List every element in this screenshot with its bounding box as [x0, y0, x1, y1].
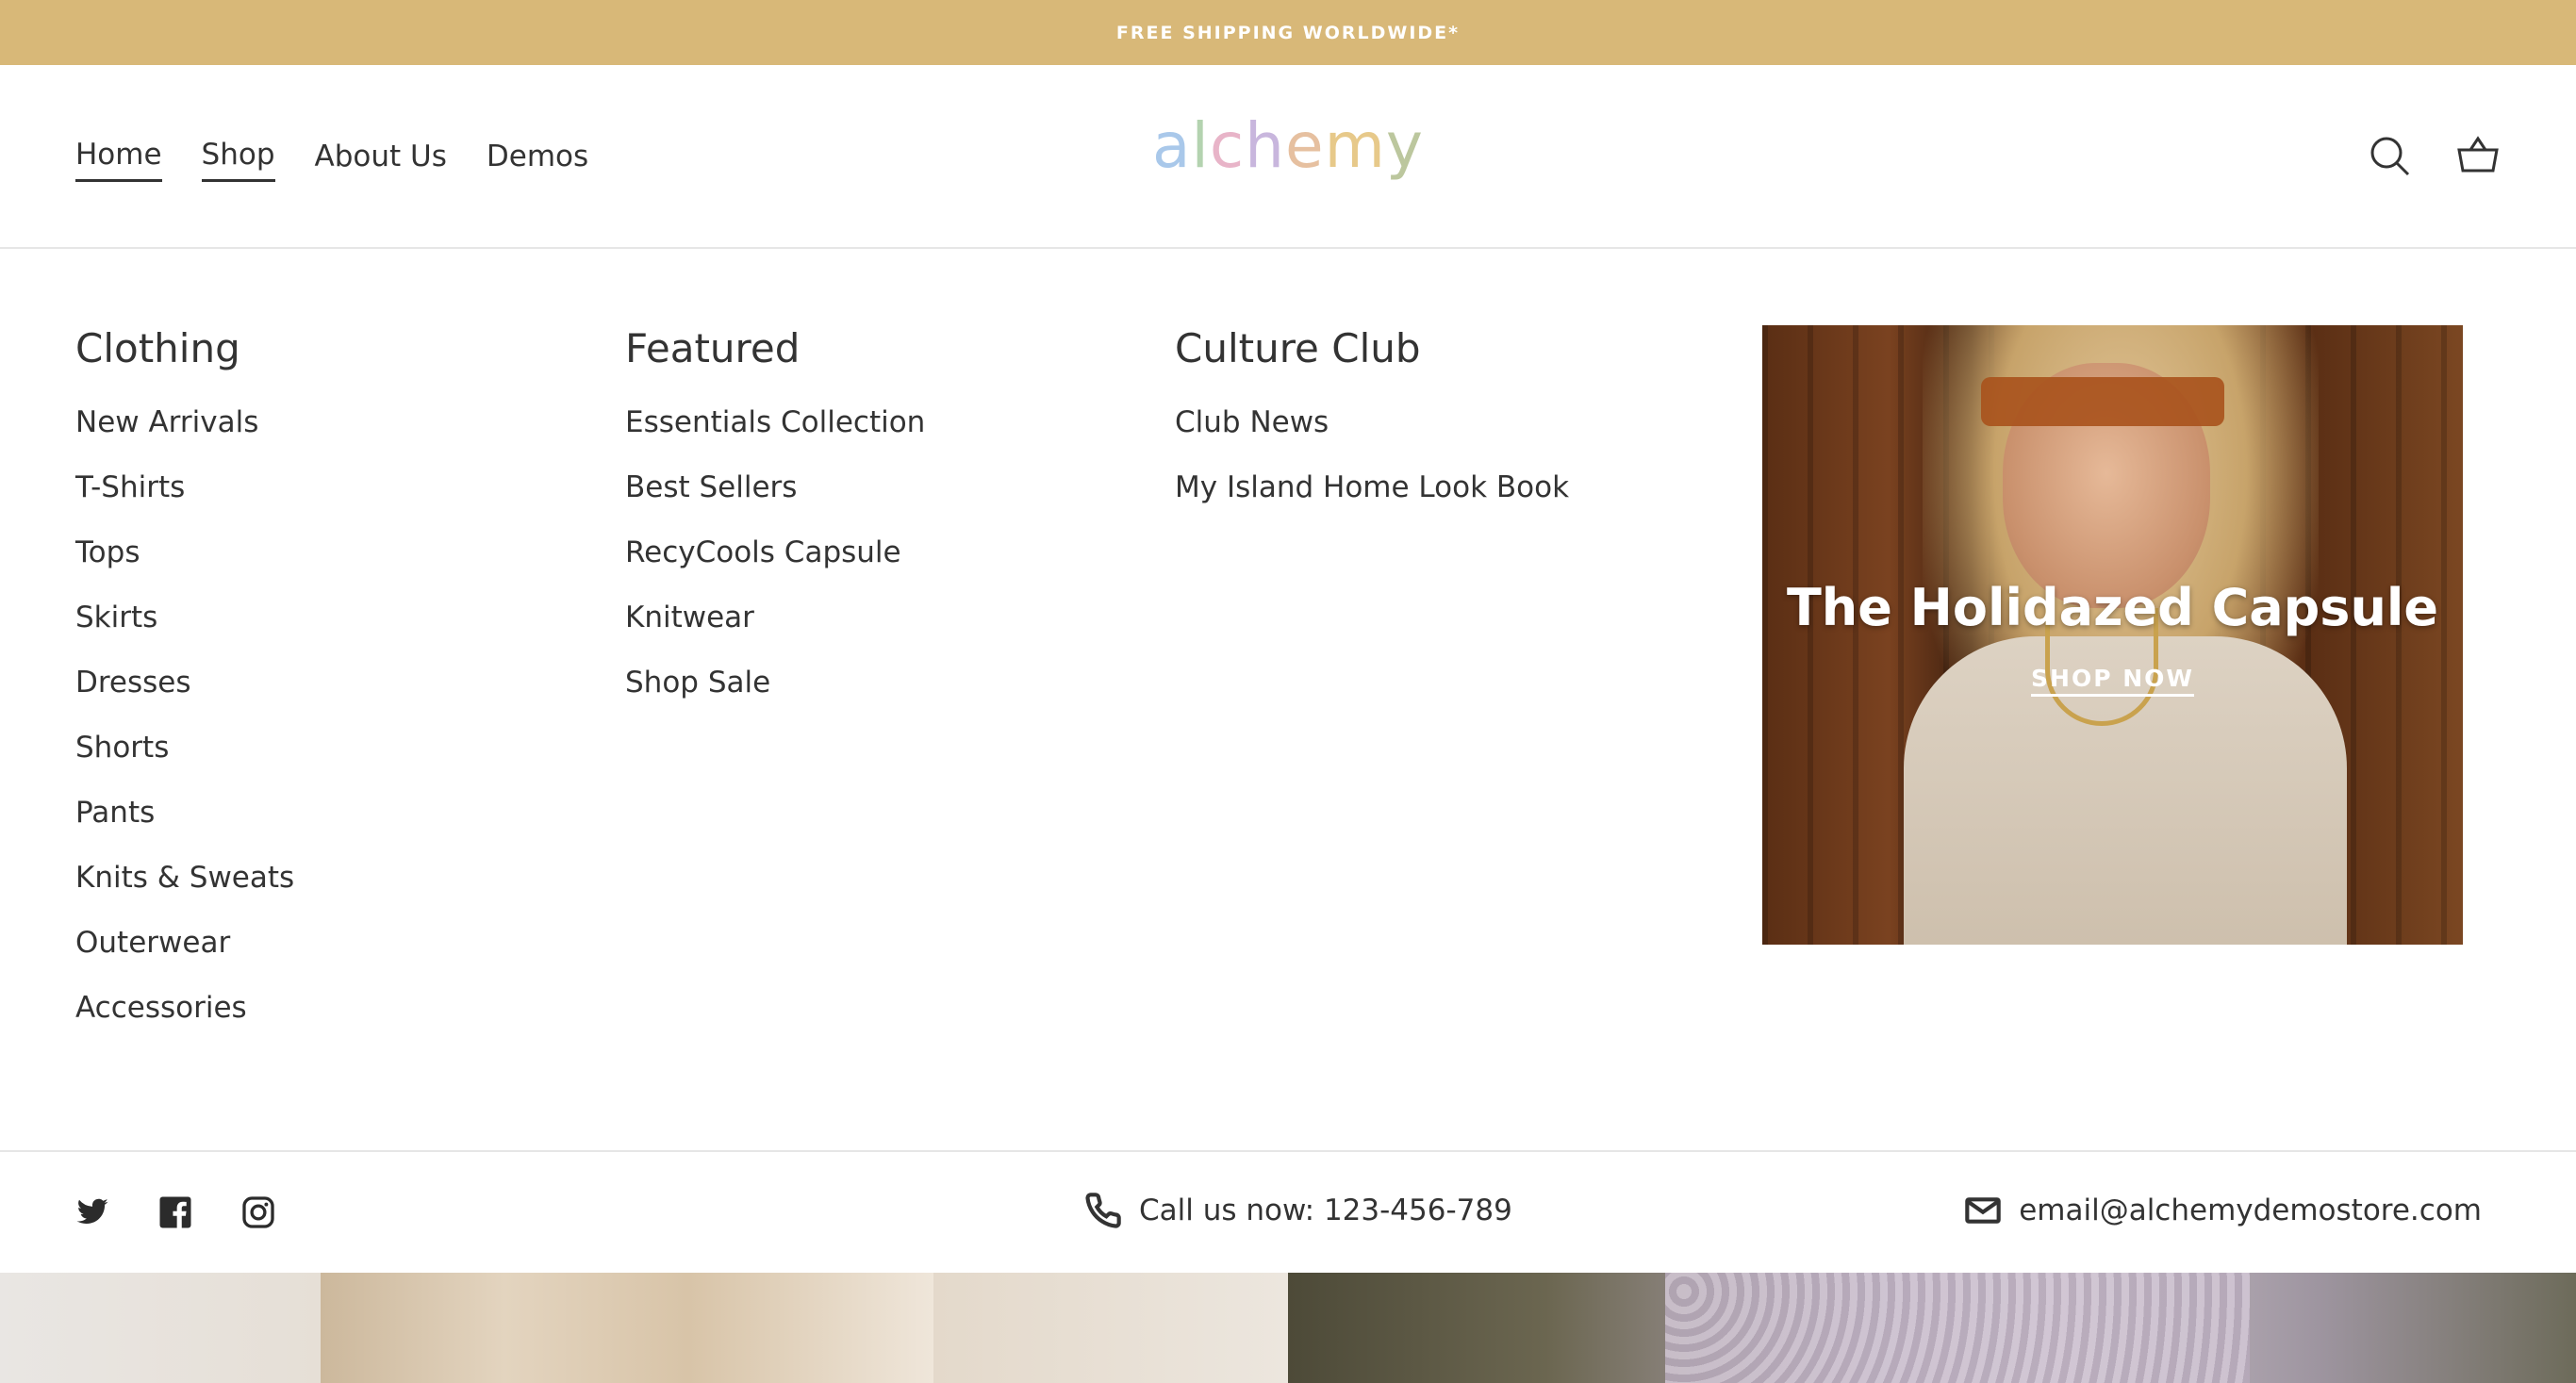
nav-home[interactable]: Home [75, 136, 162, 182]
collection-image-right-garment [1665, 1273, 2250, 1383]
logo-letter: c [1209, 109, 1246, 182]
facebook-icon[interactable] [158, 1195, 192, 1229]
logo-letter: a [1152, 109, 1192, 182]
cart-icon[interactable] [2455, 133, 2501, 178]
collection-image-left[interactable] [0, 1273, 1288, 1383]
menu-link[interactable]: Outerwear [75, 911, 294, 976]
store-logo[interactable]: alchemy [1152, 115, 1424, 177]
announcement-text: FREE SHIPPING WORLDWIDE* [1115, 22, 1461, 43]
announcement-bar: FREE SHIPPING WORLDWIDE* [0, 0, 2576, 65]
menu-link[interactable]: Skirts [75, 585, 294, 650]
menu-link[interactable]: RecyCools Capsule [625, 520, 925, 585]
shop-now-link[interactable]: SHOP NOW [2031, 665, 2194, 697]
logo-letter: l [1191, 109, 1210, 182]
menu-link[interactable]: Accessories [75, 976, 294, 1041]
phone-contact[interactable]: Call us now: 123-456-789 [1084, 1192, 1512, 1229]
promo-cta-wrapper: SHOP NOW [1762, 665, 2463, 697]
menu-column-clothing: Clothing New Arrivals T-Shirts Tops Skir… [75, 321, 294, 1041]
menu-link[interactable]: Club News [1175, 390, 1569, 455]
menu-link[interactable]: My Island Home Look Book [1175, 455, 1569, 520]
menu-link[interactable]: Dresses [75, 650, 294, 716]
menu-heading-featured[interactable]: Featured [625, 321, 925, 377]
email-contact[interactable]: email@alchemydemostore.com [1964, 1192, 2482, 1229]
nav-shop[interactable]: Shop [201, 136, 275, 182]
menu-link[interactable]: Knits & Sweats [75, 846, 294, 911]
menu-link[interactable]: Pants [75, 781, 294, 846]
logo-letter: m [1324, 109, 1386, 182]
logo-letter: y [1385, 109, 1424, 182]
search-icon[interactable] [2367, 133, 2412, 178]
menu-link[interactable]: Essentials Collection [625, 390, 925, 455]
menu-heading-culture-club[interactable]: Culture Club [1175, 321, 1569, 377]
promo-title: The Holidazed Capsule [1786, 578, 2439, 637]
contact-bar: Call us now: 123-456-789 email@alchemyde… [0, 1150, 2576, 1273]
promo-banner[interactable]: The Holidazed Capsule SHOP NOW [1762, 325, 2463, 945]
menu-link[interactable]: Tops [75, 520, 294, 585]
collection-image-left-garment [321, 1273, 933, 1383]
menu-link[interactable]: T-Shirts [75, 455, 294, 520]
phone-icon [1085, 1193, 1121, 1228]
logo-letter: h [1245, 109, 1285, 182]
twitter-icon[interactable] [75, 1195, 109, 1229]
main-nav: Home Shop About Us Demos [75, 136, 628, 182]
mega-menu: Clothing New Arrivals T-Shirts Tops Skir… [0, 249, 2576, 1150]
menu-link[interactable]: Shop Sale [625, 650, 925, 716]
promo-photo-sunglasses [1981, 377, 2224, 426]
menu-link[interactable]: Knitwear [625, 585, 925, 650]
menu-heading-clothing[interactable]: Clothing [75, 321, 294, 377]
instagram-icon[interactable] [241, 1195, 275, 1229]
phone-text[interactable]: Call us now: 123-456-789 [1139, 1194, 1512, 1227]
menu-link[interactable]: Best Sellers [625, 455, 925, 520]
collection-image-right[interactable] [1288, 1273, 2576, 1383]
mail-icon [1965, 1197, 2001, 1224]
menu-column-featured: Featured Essentials Collection Best Sell… [625, 321, 925, 716]
site-header: Home Shop About Us Demos alchemy [0, 65, 2576, 249]
nav-about-us[interactable]: About Us [315, 138, 447, 181]
social-links [75, 1195, 275, 1229]
email-text[interactable]: email@alchemydemostore.com [2019, 1194, 2482, 1227]
header-actions [2367, 133, 2501, 178]
nav-demos[interactable]: Demos [487, 138, 588, 181]
menu-link[interactable]: Shorts [75, 716, 294, 781]
logo-letter: e [1284, 109, 1325, 182]
menu-link[interactable]: New Arrivals [75, 390, 294, 455]
menu-column-culture-club: Culture Club Club News My Island Home Lo… [1175, 321, 1569, 520]
